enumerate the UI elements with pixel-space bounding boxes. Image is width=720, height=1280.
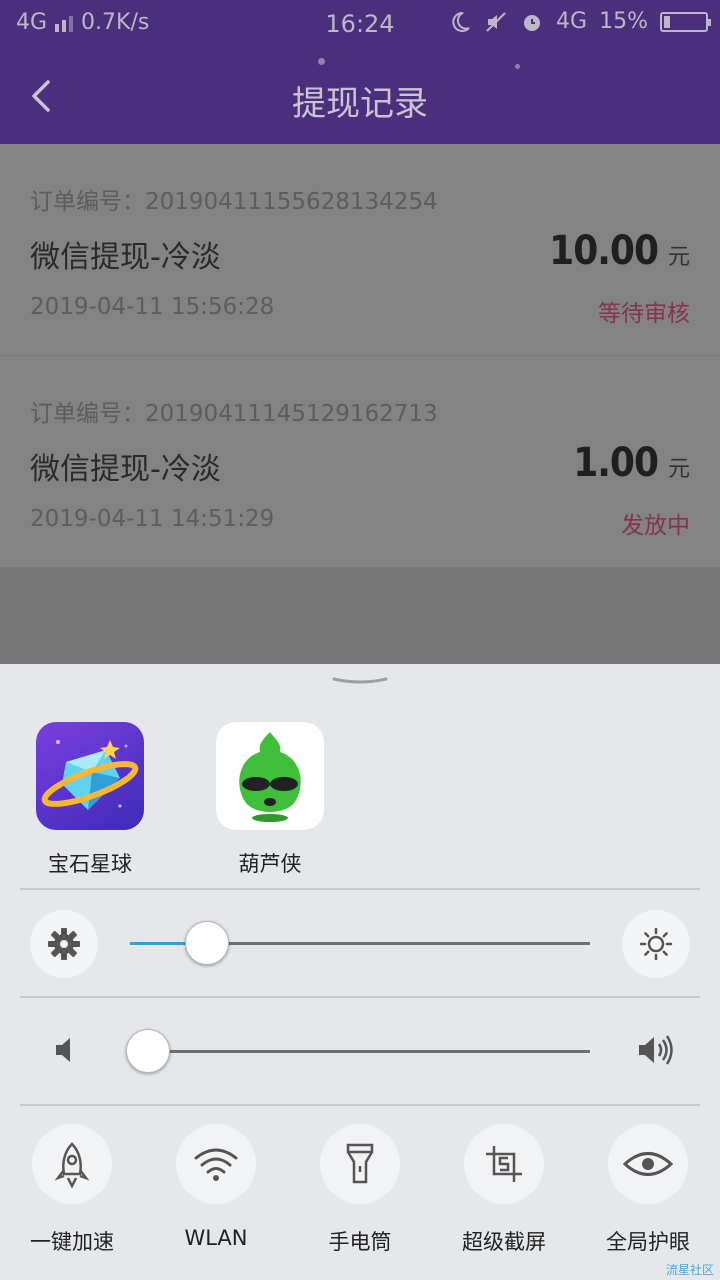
brightness-max-button[interactable] <box>622 910 690 978</box>
toggle-boost[interactable]: 一键加速 <box>0 1124 144 1256</box>
app-label: 葫芦侠 <box>238 852 302 876</box>
withdraw-record-list: 订单编号：20190411155628134254 微信提现-冷淡 10.00 … <box>0 144 720 568</box>
record-name: 微信提现-冷淡 <box>30 452 221 487</box>
amount-unit: 元 <box>667 457 690 482</box>
toggle-eye-protection[interactable]: 全局护眼 <box>576 1124 720 1256</box>
sun-icon <box>639 927 673 961</box>
divider <box>20 1104 700 1106</box>
toggle-circle <box>320 1124 400 1204</box>
status-bar: 4G 0.7K/s 16:24 4G 15% <box>0 0 720 50</box>
app-shortcut-gem-planet[interactable]: 宝石星球 <box>15 722 165 878</box>
record-date: 2019-04-11 14:51:29 <box>30 506 275 532</box>
toggle-label: 手电筒 <box>328 1230 392 1254</box>
brightness-slider-knob[interactable] <box>185 921 230 965</box>
record-status: 发放中 <box>621 513 690 539</box>
amount-unit: 元 <box>667 245 690 270</box>
amount-value: 1.00 <box>573 440 659 486</box>
toggle-circle <box>32 1124 112 1204</box>
network-type-right: 4G <box>556 9 588 34</box>
toggle-super-screenshot[interactable]: 超级截屏 <box>432 1124 576 1256</box>
toggle-circle <box>608 1124 688 1204</box>
record-name: 微信提现-冷淡 <box>30 240 221 275</box>
record-status: 等待审核 <box>598 301 690 327</box>
record-amount: 1.00 元 <box>573 440 690 486</box>
auto-brightness-button[interactable] <box>30 910 98 978</box>
screenshot-icon <box>486 1146 522 1182</box>
toggle-wlan[interactable]: WLAN <box>144 1124 288 1250</box>
divider <box>20 888 700 890</box>
app-header: 提现记录 <box>0 50 720 144</box>
wifi-icon <box>194 1148 238 1181</box>
page-title: 提现记录 <box>292 84 428 124</box>
record-date: 2019-04-11 15:56:28 <box>30 294 275 320</box>
gem-planet-app-icon <box>36 722 144 830</box>
rocket-icon <box>54 1142 90 1188</box>
status-right: 4G 15% <box>448 9 711 34</box>
toggle-label: WLAN <box>184 1226 248 1250</box>
toggle-label: 全局护眼 <box>606 1230 690 1254</box>
moon-icon <box>452 11 470 32</box>
battery-icon <box>660 11 711 32</box>
order-number: 订单编号：20190411145129162713 <box>30 401 438 427</box>
eye-icon <box>623 1152 673 1176</box>
control-panel: 宝石星球 葫芦侠 一键加速 WLAN 手电筒 超级截屏 全局护眼 流星社区 <box>0 664 720 1280</box>
volume-slider[interactable] <box>130 1050 590 1053</box>
decor-dot <box>318 58 325 65</box>
brightness-slider-fill <box>130 942 186 945</box>
mute-icon <box>486 11 506 32</box>
alarm-icon <box>524 14 541 31</box>
order-number: 订单编号：20190411155628134254 <box>30 189 438 215</box>
huluxia-app-icon <box>216 722 324 830</box>
panel-handle-icon[interactable] <box>332 676 388 686</box>
record-amount: 10.00 元 <box>549 228 690 274</box>
toggle-flashlight[interactable]: 手电筒 <box>288 1124 432 1256</box>
toggle-label: 超级截屏 <box>462 1230 546 1254</box>
list-item[interactable]: 订单编号：20190411145129162713 微信提现-冷淡 1.00 元… <box>0 356 720 568</box>
gear-icon <box>48 928 80 960</box>
flashlight-icon <box>346 1143 374 1184</box>
volume-slider-knob[interactable] <box>125 1029 170 1073</box>
app-shortcut-huluxia[interactable]: 葫芦侠 <box>195 722 345 878</box>
list-item[interactable]: 订单编号：20190411155628134254 微信提现-冷淡 10.00 … <box>0 144 720 356</box>
volume-high-icon[interactable] <box>636 1034 676 1066</box>
app-label: 宝石星球 <box>48 852 132 876</box>
battery-percent: 15% <box>599 9 648 34</box>
volume-low-icon[interactable] <box>52 1036 76 1064</box>
decor-dot <box>515 64 520 69</box>
toggle-circle <box>464 1124 544 1204</box>
amount-value: 10.00 <box>549 228 659 274</box>
toggle-label: 一键加速 <box>30 1230 114 1254</box>
toggle-circle <box>176 1124 256 1204</box>
divider <box>20 996 700 998</box>
watermark: 流星社区 <box>665 1263 714 1277</box>
